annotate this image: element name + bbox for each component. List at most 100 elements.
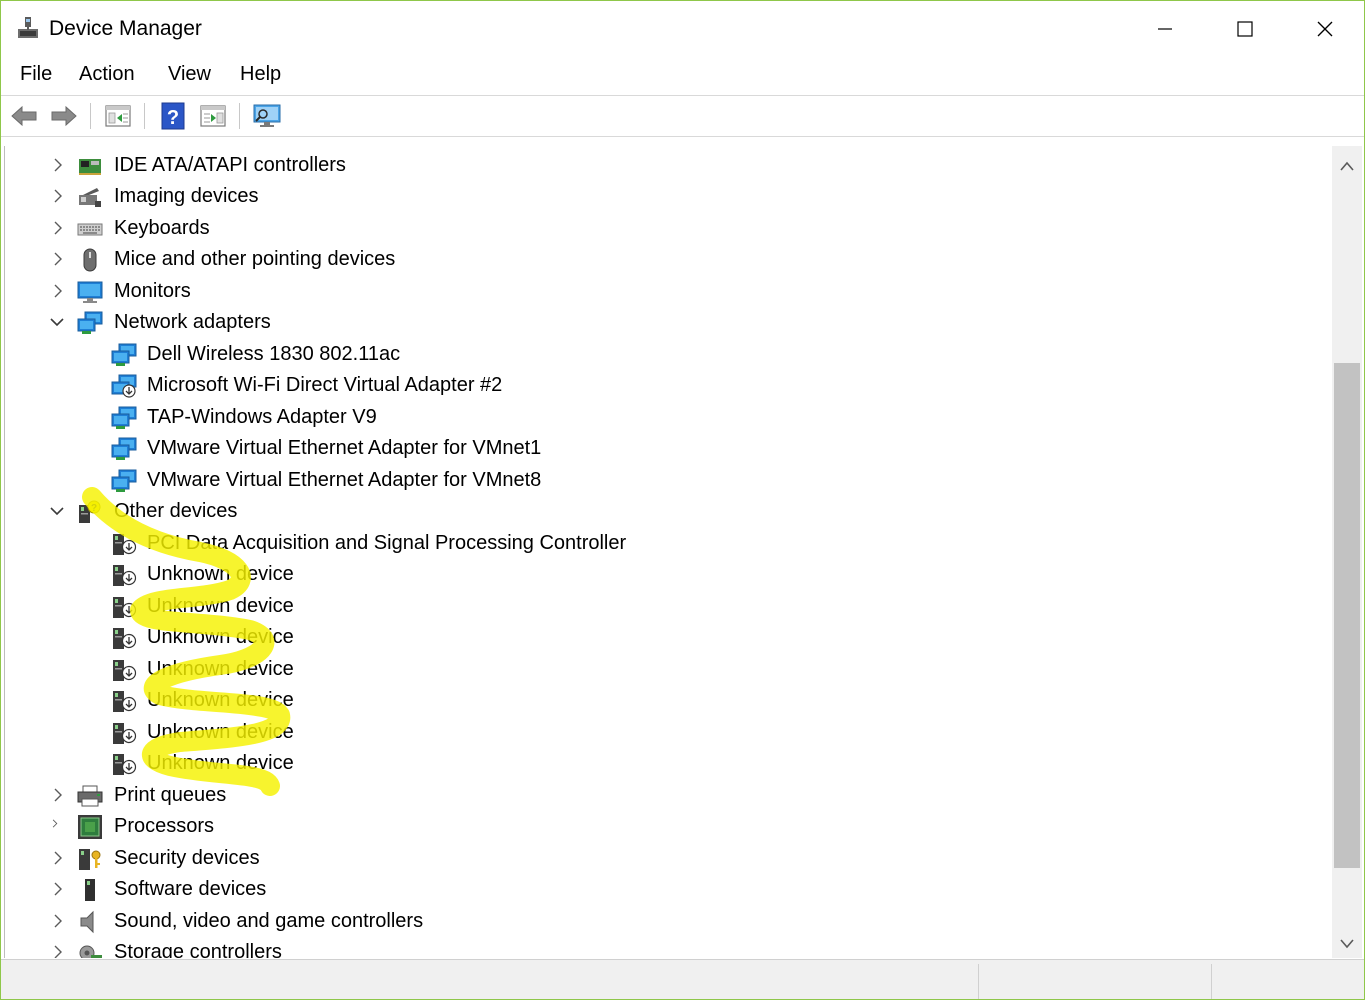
menu-view[interactable]: View (166, 63, 213, 86)
tree-item-label: Software devices (114, 878, 267, 900)
tree-device[interactable]: Unknown device (5, 622, 1325, 653)
tree-category-keyboards[interactable]: Keyboards (5, 213, 1325, 244)
unknown-device-warning-icon (113, 534, 137, 555)
tree-item-label: PCI Data Acquisition and Signal Processi… (147, 532, 627, 554)
menu-bar: File Action View Help (1, 57, 1364, 95)
chevron-right-icon[interactable] (50, 787, 66, 803)
chevron-right-icon[interactable] (50, 251, 66, 267)
scroll-down-button[interactable] (1332, 928, 1362, 958)
tree-item-label: VMware Virtual Ethernet Adapter for VMne… (147, 469, 542, 491)
back-arrow-icon[interactable] (9, 102, 39, 130)
forward-arrow-icon[interactable] (49, 102, 79, 130)
tree-category-other[interactable]: ? Other devices (5, 496, 1325, 527)
chevron-right-icon[interactable] (50, 188, 66, 204)
tree-device[interactable]: VMware Virtual Ethernet Adapter for VMne… (5, 465, 1325, 496)
tree-item-label: Mice and other pointing devices (114, 248, 396, 270)
chevron-right-icon[interactable] (50, 850, 66, 866)
tree-device[interactable]: Unknown device (5, 748, 1325, 779)
tree-device[interactable]: Microsoft Wi-Fi Direct Virtual Adapter #… (5, 370, 1325, 401)
tree-category-mice[interactable]: Mice and other pointing devices (5, 244, 1325, 275)
tree-device[interactable]: PCI Data Acquisition and Signal Processi… (5, 528, 1325, 559)
camera-icon (79, 188, 101, 207)
maximize-button[interactable] (1205, 1, 1285, 57)
tree-category-sound[interactable]: Sound, video and game controllers (5, 906, 1325, 937)
tree-item-label: Unknown device (147, 689, 294, 711)
mouse-icon (83, 248, 97, 272)
menu-file[interactable]: File (18, 63, 54, 86)
tree-device[interactable]: VMware Virtual Ethernet Adapter for VMne… (5, 433, 1325, 464)
tree-category-print-queues[interactable]: Print queues (5, 780, 1325, 811)
toolbar-separator (239, 103, 240, 129)
security-device-icon (79, 849, 101, 870)
tree-category-network[interactable]: Network adapters (5, 307, 1325, 338)
toolbar: ? (1, 95, 1364, 137)
tree-category-software[interactable]: Software devices (5, 874, 1325, 905)
tree-category-monitors[interactable]: Monitors (5, 276, 1325, 307)
tree-category-storage[interactable]: Storage controllers (5, 937, 1325, 958)
unknown-device-warning-icon (113, 723, 137, 744)
vertical-scrollbar[interactable] (1332, 146, 1362, 958)
chevron-right-icon[interactable] (50, 220, 66, 236)
ide-controller-icon (79, 159, 101, 175)
maximize-icon (1237, 21, 1253, 37)
unknown-device-icon: ? (79, 500, 101, 523)
scrollbar-thumb[interactable] (1334, 363, 1360, 868)
tree-device[interactable]: Unknown device (5, 717, 1325, 748)
tree-item-label: Print queues (114, 784, 227, 806)
menu-action[interactable]: Action (77, 63, 137, 86)
tree-item-label: Security devices (114, 847, 260, 869)
storage-controller-icon (79, 945, 102, 958)
tree-device[interactable]: Dell Wireless 1830 802.11ac (5, 339, 1325, 370)
scroll-up-button[interactable] (1332, 146, 1362, 186)
tree-device[interactable]: TAP-Windows Adapter V9 (5, 402, 1325, 433)
processor-icon (78, 815, 102, 839)
chevron-right-icon[interactable] (50, 944, 66, 958)
unknown-device-warning-icon (113, 628, 137, 649)
tree-item-label: Unknown device (147, 626, 294, 648)
help-icon[interactable]: ? (158, 102, 188, 130)
details-pane-icon[interactable] (198, 102, 228, 130)
title-bar: Device Manager (1, 1, 1364, 57)
tree-item-label: Dell Wireless 1830 802.11ac (147, 343, 401, 365)
chevron-right-icon[interactable] (50, 913, 66, 929)
scan-hardware-icon[interactable] (252, 102, 282, 130)
tree-device[interactable]: Unknown device (5, 591, 1325, 622)
tree-item-label: Unknown device (147, 595, 294, 617)
tree-category-processors[interactable]: Processors (5, 811, 1325, 842)
minimize-button[interactable] (1125, 1, 1205, 57)
tree-category-imaging[interactable]: Imaging devices (5, 181, 1325, 212)
tree-item-label: Unknown device (147, 563, 294, 585)
properties-pane-icon[interactable] (103, 102, 133, 130)
network-adapter-icon (111, 343, 137, 366)
chevron-down-icon[interactable] (49, 503, 65, 519)
tree-item-label: Unknown device (147, 721, 294, 743)
toolbar-separator (144, 103, 145, 129)
minimize-icon (1158, 28, 1172, 30)
close-button[interactable] (1285, 1, 1364, 57)
speaker-icon (80, 910, 94, 934)
tree-item-label: Other devices (114, 500, 238, 522)
tree-item-label: IDE ATA/ATAPI controllers (114, 154, 346, 176)
close-icon (1317, 21, 1333, 37)
chevron-right-icon[interactable] (50, 283, 66, 299)
tree-device[interactable]: Unknown device (5, 654, 1325, 685)
tree-device[interactable]: Unknown device (5, 559, 1325, 590)
unknown-device-warning-icon (113, 660, 137, 681)
device-manager-icon (18, 17, 38, 38)
chevron-right-icon[interactable] (50, 881, 66, 897)
tree-item-label: Sound, video and game controllers (114, 910, 424, 932)
chevron-down-icon[interactable] (49, 314, 65, 330)
network-adapter-icon (111, 437, 137, 460)
monitor-icon (77, 281, 103, 303)
chevron-right-icon[interactable] (50, 818, 66, 834)
tree-item-label: Unknown device (147, 658, 294, 680)
tree-category-security[interactable]: Security devices (5, 843, 1325, 874)
chevron-down-icon (1340, 939, 1354, 949)
status-divider (978, 964, 979, 999)
chevron-right-icon[interactable] (50, 157, 66, 173)
tree-category-ide[interactable]: IDE ATA/ATAPI controllers (5, 150, 1325, 181)
menu-help[interactable]: Help (238, 63, 283, 86)
unknown-device-warning-icon (113, 597, 137, 618)
tree-device[interactable]: Unknown device (5, 685, 1325, 716)
network-adapter-icon (111, 469, 137, 492)
